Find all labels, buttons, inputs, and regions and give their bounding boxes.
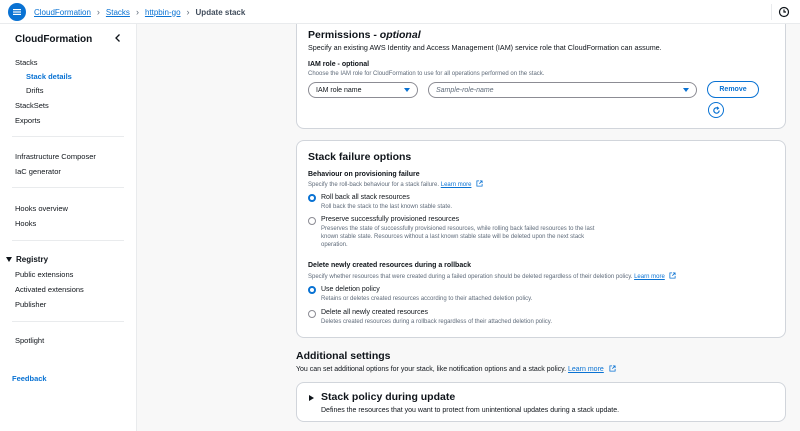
sidebar-item-stacks[interactable]: Stacks [15,58,38,67]
sidebar-item-spotlight[interactable]: Spotlight [15,336,44,345]
behaviour-description-text: Specify the roll-back behaviour for a st… [308,182,440,188]
sidebar-item-infrastructure-composer[interactable]: Infrastructure Composer [15,152,96,161]
breadcrumb-stack[interactable]: httpbin-go [145,8,181,17]
caret-down-icon [404,88,410,92]
radio-roll-back-all-description: Roll back the stack to the last known st… [321,204,453,210]
chevron-right-icon: › [135,7,139,17]
radio-use-deletion-policy-label[interactable]: Use deletion policy [321,286,380,293]
sidebar-divider [12,321,124,322]
breadcrumb-cloudformation[interactable]: CloudFormation [34,8,91,17]
stack-failure-options-card: Stack failure options Behaviour on provi… [296,140,786,338]
permissions-title: Permissions - optional [308,29,421,41]
radio-preserve-resources-description-2: known stable state. Resources without a … [321,234,585,240]
sidebar-item-drifts[interactable]: Drifts [26,86,44,95]
radio-preserve-resources[interactable] [308,217,316,225]
sidebar-item-exports[interactable]: Exports [15,116,40,125]
radio-roll-back-all[interactable] [308,194,316,202]
learn-more-link[interactable]: Learn more [441,182,472,188]
sidebar-divider [12,187,124,188]
radio-use-deletion-policy[interactable] [308,286,316,294]
behaviour-label: Behaviour on provisioning failure [308,171,420,178]
sidebar-divider [12,136,124,137]
delete-resources-description: Specify whether resources that were crea… [308,272,676,282]
sidebar-item-publisher[interactable]: Publisher [15,300,46,309]
iam-role-name-select[interactable]: Sample-role-name [428,82,697,98]
chevron-left-icon[interactable] [113,33,123,43]
learn-more-link[interactable]: Learn more [568,366,604,373]
sidebar-divider [12,240,124,241]
stack-policy-description: Defines the resources that you want to p… [321,407,620,414]
breadcrumb-stacks[interactable]: Stacks [106,8,130,17]
radio-roll-back-all-label[interactable]: Roll back all stack resources [321,194,410,201]
sidebar-item-stacksets[interactable]: StackSets [15,101,49,110]
radio-delete-all-new-description: Deletes created resources during a rollb… [321,319,553,325]
sidebar-item-stack-details[interactable]: Stack details [26,72,72,81]
delete-resources-label: Delete newly created resources during a … [308,262,472,269]
additional-settings-title: Additional settings [296,350,391,362]
feedback-link[interactable]: Feedback [12,374,47,383]
refresh-button[interactable] [708,102,724,118]
radio-preserve-resources-description-3: operation. [321,242,348,248]
iam-role-label: IAM role - optional [308,61,370,68]
sidebar-item-hooks[interactable]: Hooks [15,219,36,228]
radio-preserve-resources-label[interactable]: Preserve successfully provisioned resour… [321,216,459,223]
remove-button[interactable]: Remove [707,81,759,98]
sidebar-item-activated-extensions[interactable]: Activated extensions [15,285,84,294]
learn-more-link[interactable]: Learn more [634,274,665,280]
sidebar-title[interactable]: CloudFormation [15,34,92,45]
sidebar-item-hooks-overview[interactable]: Hooks overview [15,204,68,213]
iam-role-type-select[interactable]: IAM role name [308,82,418,98]
sidebar-item-public-extensions[interactable]: Public extensions [15,270,73,279]
caret-down-icon [6,257,12,262]
additional-settings-description: You can set additional options for your … [296,365,616,373]
refresh-icon [712,105,720,114]
sidebar-item-iac-generator[interactable]: IaC generator [15,167,61,176]
stack-failure-title: Stack failure options [308,151,412,163]
external-link-icon [476,180,483,187]
iam-role-name-placeholder: Sample-role-name [436,86,494,94]
radio-delete-all-new[interactable] [308,310,316,318]
permissions-title-text: Permissions - [308,29,380,41]
sidebar-section-label: Registry [16,255,49,264]
permissions-card: Permissions - optional Specify an existi… [296,24,786,129]
top-navigation: CloudFormation › Stacks › httpbin-go › U… [0,0,800,24]
stack-policy-title[interactable]: Stack policy during update [321,391,455,403]
main-content: Permissions - optional Specify an existi… [137,24,800,431]
stack-policy-card[interactable]: Stack policy during update Defines the r… [296,382,786,422]
menu-icon[interactable] [8,3,26,21]
iam-role-type-value: IAM role name [316,86,362,94]
delete-resources-description-text: Specify whether resources that were crea… [308,274,633,280]
side-navigation: CloudFormation Stacks Stack details Drif… [0,24,137,431]
clock-icon[interactable] [778,6,790,18]
behaviour-description: Specify the roll-back behaviour for a st… [308,180,483,190]
breadcrumb-current: Update stack [195,7,246,17]
external-link-icon [609,365,616,372]
chevron-right-icon: › [96,7,100,17]
iam-role-description: Choose the IAM role for CloudFormation t… [308,71,545,77]
radio-use-deletion-policy-description: Retains or deletes created resources acc… [321,296,533,302]
hamburger-icon [13,9,21,15]
breadcrumb: CloudFormation › Stacks › httpbin-go › U… [34,0,245,24]
chevron-right-icon: › [186,7,190,17]
permissions-title-optional: optional [379,29,421,41]
permissions-description: Specify an existing AWS Identity and Acc… [308,43,662,52]
caret-down-icon [683,88,689,92]
radio-delete-all-new-label[interactable]: Delete all newly created resources [321,309,428,316]
external-link-icon [669,272,676,279]
sidebar-section-registry[interactable]: Registry [6,255,48,264]
additional-settings-description-text: You can set additional options for your … [296,366,567,373]
divider [771,4,772,20]
caret-right-icon[interactable] [309,395,314,401]
